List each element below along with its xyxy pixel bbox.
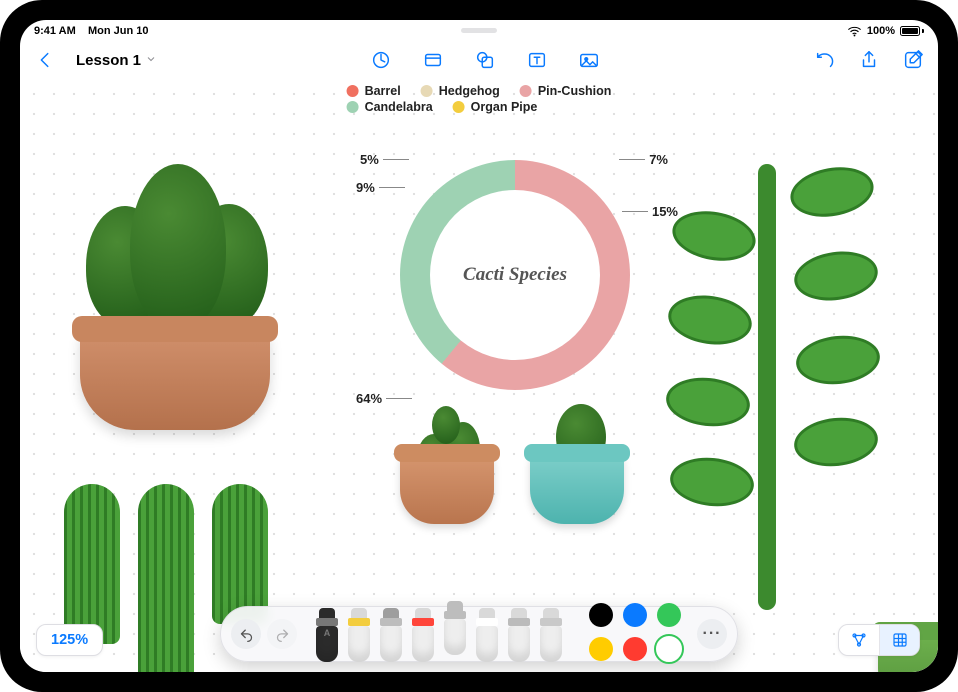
legend-item-candelabra: Candelabra — [347, 100, 433, 114]
markup-undo-button[interactable] — [231, 619, 261, 649]
back-button[interactable] — [32, 47, 58, 73]
color-swatches — [589, 603, 685, 665]
app-toolbar: Lesson 1 — [20, 40, 938, 80]
status-left: 9:41 AM Mon Jun 10 — [34, 25, 149, 37]
status-date: Mon Jun 10 — [88, 25, 149, 37]
drawing-tools: A — [313, 606, 565, 662]
swatch-green[interactable] — [657, 603, 681, 627]
callout-organpipe: 5% — [360, 152, 413, 167]
swatch-blue[interactable] — [623, 603, 647, 627]
tool-marker[interactable] — [345, 606, 373, 662]
wifi-icon — [847, 26, 862, 37]
callout-barrel: 7% — [615, 152, 668, 167]
battery-percent: 100% — [867, 25, 895, 37]
swatch-black[interactable] — [589, 603, 613, 627]
tool-pen[interactable]: A — [313, 606, 341, 662]
callout-candelabra: 9% — [356, 180, 409, 195]
sketch-succulent-right[interactable] — [680, 120, 870, 610]
tool-lasso[interactable] — [505, 606, 533, 662]
document-title: Lesson 1 — [76, 52, 141, 69]
battery-icon — [900, 26, 924, 36]
zoom-level: 125% — [51, 632, 88, 648]
ipad-frame: 9:41 AM Mon Jun 10 100% — [0, 0, 958, 692]
chart-legend: Barrel Hedgehog Pin-Cushion Candelabra O… — [347, 84, 612, 114]
tool-ruler[interactable] — [537, 606, 565, 662]
tool-fill[interactable] — [441, 599, 469, 655]
chart-title: Cacti Species — [463, 264, 567, 286]
tool-eraser[interactable] — [473, 606, 501, 662]
swatch-picker[interactable] — [657, 637, 681, 661]
sticky-note-button[interactable] — [420, 47, 446, 73]
swatch-yellow[interactable] — [589, 637, 613, 661]
draw-tool-button[interactable] — [368, 47, 394, 73]
markup-redo-button — [267, 619, 297, 649]
donut-chart[interactable]: Cacti Species 7% 15% 64% 9% 5% — [400, 160, 630, 390]
grid-view-button[interactable] — [879, 625, 919, 655]
board-canvas[interactable]: Barrel Hedgehog Pin-Cushion Candelabra O… — [20, 80, 938, 672]
share-button[interactable] — [856, 47, 882, 73]
status-right: 100% — [847, 25, 924, 37]
media-button[interactable] — [576, 47, 602, 73]
undo-button[interactable] — [812, 47, 838, 73]
text-box-button[interactable] — [524, 47, 550, 73]
compose-button[interactable] — [900, 47, 926, 73]
screen: 9:41 AM Mon Jun 10 100% — [20, 20, 938, 672]
markup-toolbar: A ··· — [220, 606, 738, 662]
zoom-level-button[interactable]: 125% — [36, 624, 103, 656]
connectors-view-button[interactable] — [839, 625, 879, 655]
view-controls — [838, 624, 920, 656]
multitask-grabber[interactable] — [461, 28, 497, 33]
legend-item-hedgehog: Hedgehog — [421, 84, 500, 98]
callout-hedgehog: 15% — [618, 204, 678, 219]
document-title-menu[interactable]: Lesson 1 — [76, 52, 157, 69]
shapes-button[interactable] — [472, 47, 498, 73]
legend-item-pincushion: Pin-Cushion — [520, 84, 612, 98]
tool-crayon[interactable] — [409, 606, 437, 662]
legend-item-organpipe: Organ Pipe — [453, 100, 538, 114]
tool-pencil[interactable] — [377, 606, 405, 662]
callout-pincushion: 64% — [356, 391, 416, 406]
markup-more-button[interactable]: ··· — [697, 619, 727, 649]
chevron-down-icon — [145, 52, 157, 69]
status-time: 9:41 AM — [34, 25, 76, 37]
swatch-red[interactable] — [623, 637, 647, 661]
legend-item-barrel: Barrel — [347, 84, 401, 98]
